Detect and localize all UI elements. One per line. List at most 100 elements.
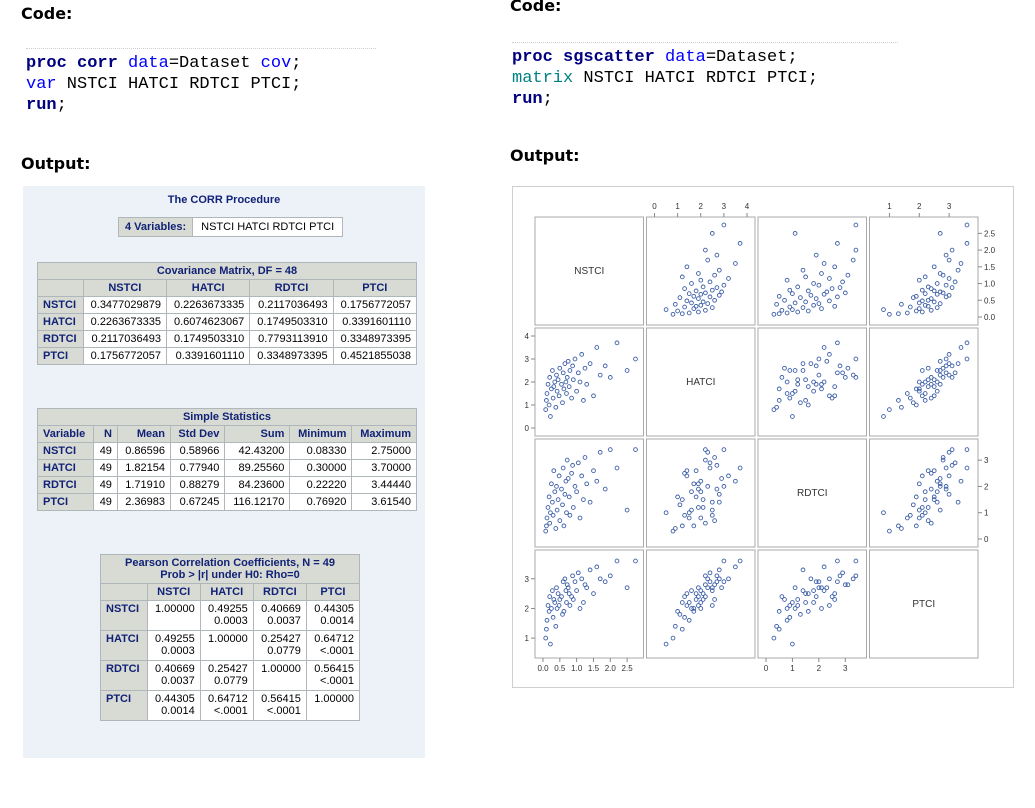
column-header: N [92, 425, 118, 443]
column-header: Minimum [289, 425, 353, 443]
correlation-value: 0.25427 [208, 663, 248, 675]
correlation-value: 1.00000 [154, 603, 195, 615]
table-cell: 0.1749503310 [249, 313, 334, 331]
table-cell: 0.3391601110 [332, 313, 418, 331]
code-token: NSTCI HATCI RDTCI PTCI; [56, 75, 302, 94]
code-token: matrix [512, 69, 574, 88]
table-cell: 0.4521855038 [332, 347, 418, 365]
table-cell: 0.44305 0.0014 [146, 690, 201, 721]
right-code-line: proc sgscatter data=Dataset; [512, 47, 898, 68]
table-cell: 0.49255 0.0003 [199, 600, 254, 631]
table-cell: 3.70000 [351, 459, 417, 477]
tick-label: 1 [525, 634, 530, 643]
p-value [312, 705, 354, 718]
code-token: =Dataset [168, 54, 261, 73]
left-code-line: run; [26, 95, 376, 116]
table-cell: 3.61540 [351, 493, 417, 511]
tick-label: 1.5 [984, 263, 996, 272]
tick-label: 1 [887, 202, 892, 211]
column-header: Maximum [351, 425, 417, 443]
table-cell: 0.3348973395 [332, 330, 418, 348]
table-row: NSTCI 0.3477029879 0.2263673335 0.211703649… [37, 296, 418, 314]
table-cell: 49 [92, 459, 118, 477]
table-cell: 0.08330 [289, 442, 353, 460]
table-cell: 0.1756772057 [82, 347, 168, 365]
correlation-value: 1.00000 [314, 693, 354, 705]
correlation-value: 0.40669 [154, 663, 195, 675]
row-header: PTCI [37, 347, 84, 365]
correlation-value: 0.64712 [314, 633, 354, 645]
correlation-value: 1.00000 [208, 633, 248, 645]
tick-label: 2 [525, 604, 530, 613]
tick-label: 0 [525, 424, 530, 433]
tick-label: 4 [525, 332, 530, 341]
left-output-heading: Output: [21, 154, 91, 173]
covariance-table: Covariance Matrix, DF = 48 NSTCI HATCI RDTC… [37, 262, 418, 365]
table-row: RDTCI 0.2117036493 0.1749503310 0.779311391… [37, 330, 418, 348]
left-code-line: proc corr data=Dataset cov; [26, 53, 376, 74]
tick-label: 0.5 [984, 296, 996, 305]
table-cell: 0.49255 0.0003 [146, 630, 201, 661]
table-cell: 0.77940 [170, 459, 226, 477]
code-token: NSTCI HATCI RDTCI PTCI; [573, 69, 819, 88]
tick-label: 1.0 [984, 280, 996, 289]
tick-label: 2.5 [984, 229, 996, 238]
table-cell: 0.1756772057 [332, 296, 418, 314]
scatter-matrix-panel: NSTCI HATCI RDTCI PTCI 0 1 2 3 4 1 2 3 0.0 0.5 1.0 1.5 2… [512, 186, 1014, 688]
tick-label: 2 [817, 664, 822, 673]
correlation-value: 0.49255 [208, 603, 248, 615]
tick-label: 3 [947, 202, 952, 211]
left-code-block: proc corr data=Dataset cov; var NSTCI HAT… [26, 48, 376, 116]
correlation-value: 0.25427 [261, 633, 301, 645]
table-cell: 49 [92, 493, 118, 511]
table-cell: 0.2263673335 [82, 313, 168, 331]
corner-cell [37, 279, 84, 297]
correlation-value: 0.56415 [261, 693, 301, 705]
column-header: HATCI [165, 279, 251, 297]
table-cell: 0.30000 [289, 459, 353, 477]
column-header: Variable [37, 425, 94, 443]
tick-label: 1.5 [588, 664, 600, 673]
column-header: NSTCI [82, 279, 168, 297]
table-cell: 1.82154 [116, 459, 172, 477]
table-cell: 1.00000 [146, 600, 201, 631]
correlation-value: 0.44305 [154, 693, 195, 705]
column-header: HATCI [199, 583, 254, 601]
table-cell: 0.2117036493 [82, 330, 168, 348]
table-cell: 3.44440 [351, 476, 417, 494]
tick-label: 1.0 [571, 664, 583, 673]
p-value: <.0001 [320, 645, 354, 657]
row-header: NSTCI [100, 600, 148, 631]
table-cell: 0.2117036493 [249, 296, 334, 314]
p-value: 0.0014 [161, 705, 195, 717]
table-row: HATCI 0.49255 0.0003 1.00000 0.25427 0.0779 0.… [100, 630, 361, 661]
p-value: <.0001 [320, 675, 354, 687]
column-header: RDTCI [249, 279, 334, 297]
variables-table: 4 Variables: NSTCI HATCI RDTCI PTCI [117, 217, 344, 237]
matrix-cell [534, 549, 644, 659]
column-header: RDTCI [252, 583, 307, 601]
code-token: data [654, 48, 706, 67]
table-row: RDTCI 0.40669 0.0037 0.25427 0.0779 1.00000 0.… [100, 660, 361, 691]
table-row: NSTCI 49 0.86596 0.58966 42.43200 0.08330 2.75… [37, 442, 417, 460]
table-cell: 0.25427 0.0779 [252, 630, 307, 661]
table-row: RDTCI 49 1.71910 0.88279 84.23600 0.22220 3.44… [37, 476, 417, 494]
correlation-value: 0.64712 [208, 693, 248, 705]
tick-label: 2 [984, 482, 989, 491]
p-value: 0.0014 [320, 615, 354, 627]
table-row: NSTCI 1.00000 0.49255 0.0003 0.40669 0.0037 0.… [100, 600, 361, 631]
variable-label: HATCI [686, 377, 715, 388]
table-cell: 1.71910 [116, 476, 172, 494]
row-header: RDTCI [37, 330, 84, 348]
table-cell: 1.00000 [305, 690, 361, 721]
corr-output-panel: The CORR Procedure 4 Variables: NSTCI HA… [23, 186, 425, 758]
column-header: Sum [224, 425, 291, 443]
table-cell: 0.88279 [170, 476, 226, 494]
pearson-table: Pearson Correlation Coefficients, N = 49… [100, 554, 361, 721]
code-token: run [512, 90, 543, 109]
p-value: <.0001 [213, 705, 248, 717]
p-value: 0.0003 [161, 645, 195, 657]
table-cell: 0.7793113910 [249, 330, 334, 348]
tick-label: 0 [652, 202, 657, 211]
p-value [153, 615, 195, 628]
